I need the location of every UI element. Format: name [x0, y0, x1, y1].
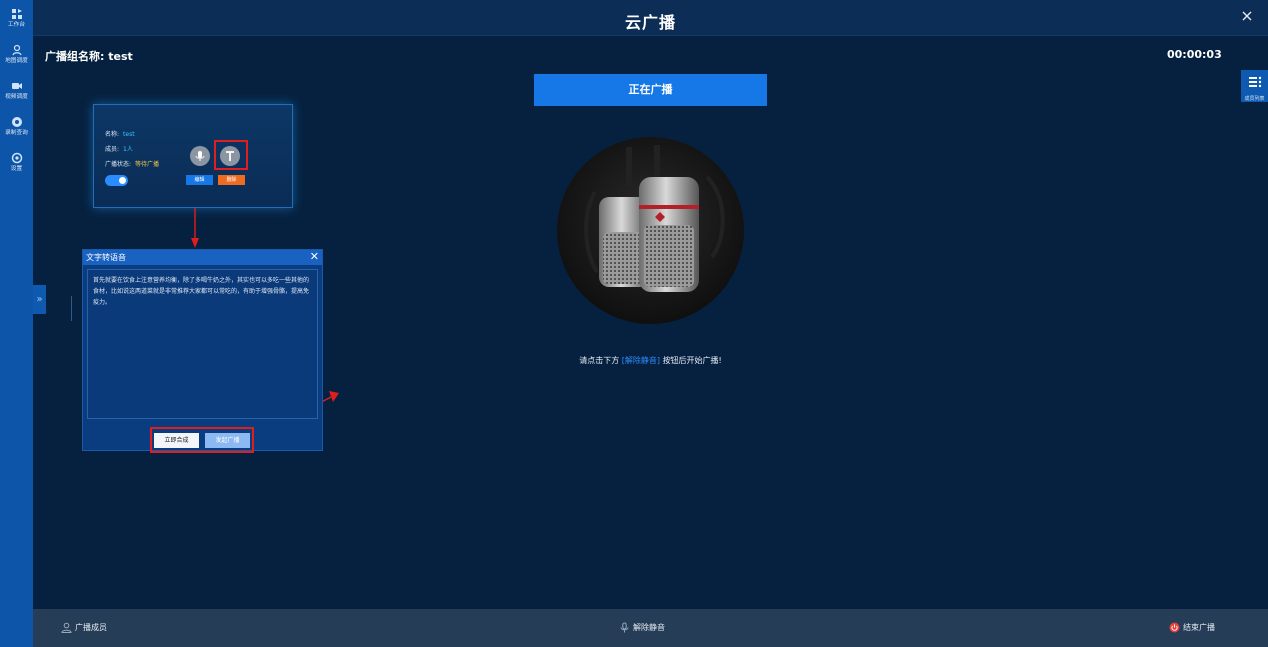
- card-members-label: 成员:: [105, 146, 120, 153]
- card-name-value: test: [123, 131, 135, 138]
- edit-button[interactable]: 编辑: [186, 175, 213, 185]
- member-list-tab[interactable]: 成员列表: [1241, 70, 1268, 102]
- hint-unmute-link: [解除静音]: [621, 356, 661, 365]
- sidebar-item-workbench[interactable]: 工作台: [0, 4, 33, 36]
- card-status-label: 广播状态:: [105, 161, 132, 168]
- end-broadcast-label: 结束广播: [1183, 623, 1215, 632]
- microphone-illustration: [584, 145, 725, 292]
- sidebar-item-map[interactable]: 地图调度: [0, 40, 33, 72]
- sidebar-item-label: 录制查询: [5, 129, 28, 136]
- broadcast-members-button[interactable]: 广播成员: [61, 622, 107, 633]
- highlight-box: [214, 140, 248, 170]
- gear-icon: [11, 152, 22, 164]
- microphone-icon: [620, 622, 629, 633]
- broadcasting-status-button[interactable]: 正在广播: [534, 74, 767, 106]
- card-name-row: 名称: test: [105, 129, 135, 138]
- delete-button[interactable]: 删除: [218, 175, 245, 185]
- broadcast-timer: 00:00:03: [1167, 48, 1222, 61]
- unmute-label: 解除静音: [633, 623, 665, 632]
- microphone-image: [557, 137, 744, 324]
- group-name-label: 广播组名称: test: [45, 50, 133, 63]
- broadcast-group-card: 名称: test 成员: 1人 广播状态: 等待广播 编辑 删除: [93, 104, 293, 208]
- card-members-row: 成员: 1人: [105, 144, 133, 153]
- sidebar-item-video[interactable]: 视频调度: [0, 76, 33, 108]
- map-icon: [11, 44, 22, 56]
- bottom-toolbar: 广播成员 解除静音 结束广播: [33, 609, 1268, 647]
- tts-dialog-header: 文字转语音 ✕: [83, 250, 322, 265]
- expand-panel-button[interactable]: »: [33, 285, 46, 314]
- sidebar-item-label: 地图调度: [5, 57, 28, 64]
- card-status-value: 等待广播: [135, 161, 160, 168]
- sidebar-item-label: 工作台: [7, 21, 26, 28]
- card-status-row: 广播状态: 等待广播: [105, 159, 159, 168]
- power-icon: [1169, 622, 1180, 633]
- sidebar-item-settings[interactable]: 设置: [0, 148, 33, 180]
- end-broadcast-button[interactable]: 结束广播: [1169, 622, 1215, 633]
- unmute-button[interactable]: 解除静音: [619, 622, 665, 633]
- main-panel: 云广播 广播组名称: test 00:00:03 正在广播 请点击下方 [解除静…: [33, 0, 1268, 647]
- list-icon: [1248, 76, 1261, 88]
- divider: [71, 296, 72, 321]
- sidebar: 工作台 地图调度 视频调度 录制查询 设置: [0, 0, 33, 647]
- record-icon: [11, 117, 22, 127]
- hint-prefix: 请点击下方: [579, 356, 620, 365]
- card-name-label: 名称:: [105, 131, 120, 138]
- title-bar: 云广播: [33, 0, 1268, 36]
- card-members-value: 1人: [123, 146, 133, 153]
- tts-dialog-close-icon[interactable]: ✕: [310, 251, 319, 263]
- tts-dialog: 文字转语音 ✕ 首先就要在饮食上注意营养均衡，除了多喝牛奶之外，其实也可以多吃一…: [82, 249, 323, 453]
- page-title: 云广播: [624, 13, 676, 32]
- broadcast-toggle[interactable]: [105, 175, 128, 186]
- annotation-arrow-down: [191, 208, 199, 248]
- broadcast-members-label: 广播成员: [75, 623, 107, 632]
- double-chevron-right-icon: »: [36, 294, 43, 305]
- tts-dialog-title: 文字转语音: [86, 253, 126, 262]
- camera-icon: [11, 83, 22, 89]
- close-icon[interactable]: [1240, 9, 1254, 23]
- sidebar-item-label: 设置: [10, 165, 23, 172]
- member-list-label: 成员列表: [1244, 96, 1265, 102]
- voice-broadcast-button[interactable]: [190, 146, 210, 166]
- sidebar-item-label: 视频调度: [5, 93, 28, 100]
- hint-suffix: 按钮后开始广播!: [662, 356, 722, 365]
- sidebar-item-record[interactable]: 录制查询: [0, 112, 33, 144]
- user-icon: [61, 622, 72, 633]
- highlight-box: [150, 427, 254, 453]
- tts-text-area[interactable]: 首先就要在饮食上注意营养均衡，除了多喝牛奶之外，其实也可以多吃一些其他的食材，比…: [87, 269, 318, 419]
- workbench-icon: [11, 9, 22, 19]
- microphone-icon: [195, 151, 205, 161]
